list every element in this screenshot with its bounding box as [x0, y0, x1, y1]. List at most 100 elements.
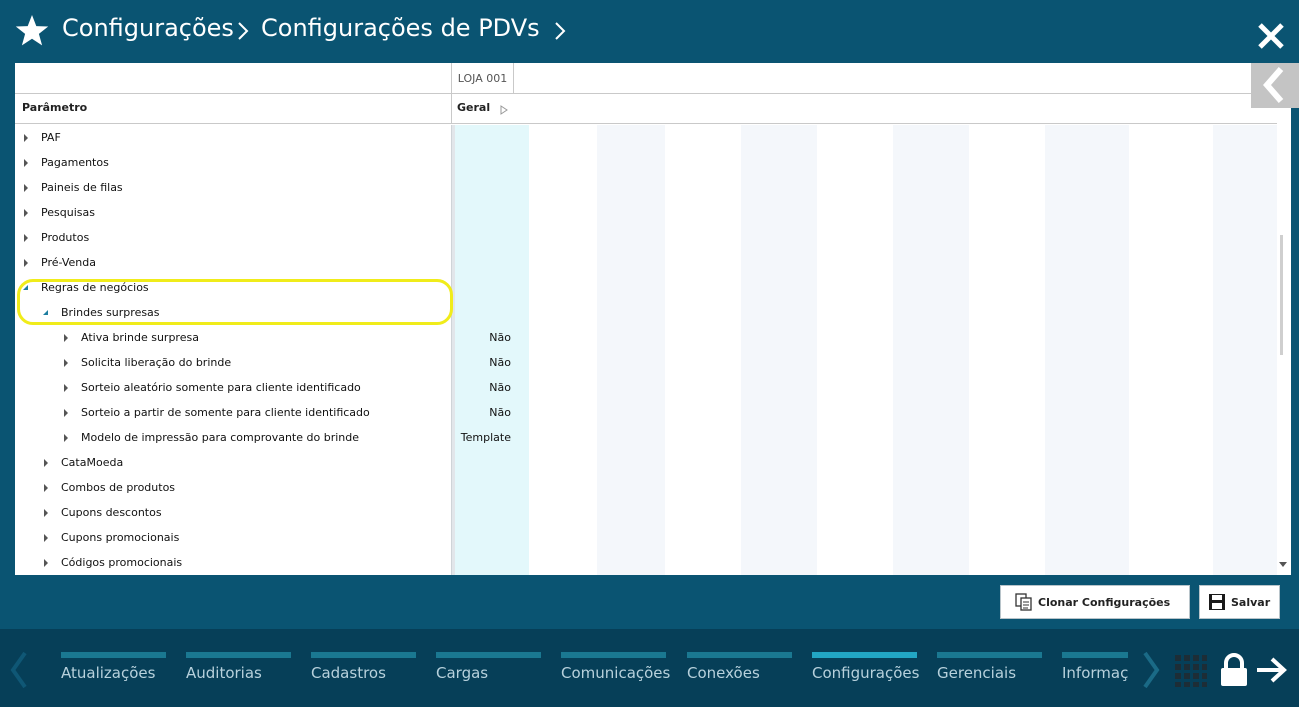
collapsed-caret-icon[interactable]	[44, 484, 48, 492]
collapsed-caret-icon[interactable]	[24, 209, 28, 217]
tree-row-label: Cupons descontos	[61, 506, 162, 519]
tree-row[interactable]: PAF	[15, 125, 451, 150]
value-grid	[451, 125, 1277, 575]
tree-row[interactable]: Sorteio a partir de somente para cliente…	[15, 400, 451, 425]
chevron-left-icon	[1263, 67, 1284, 103]
collapsed-caret-icon[interactable]	[44, 509, 48, 517]
tree-row[interactable]: Pesquisas	[15, 200, 451, 225]
collapsed-caret-icon[interactable]	[24, 184, 28, 192]
grid-column-alt	[741, 125, 817, 575]
tree-row-label: Pré-Venda	[41, 256, 96, 269]
tree-row-label: Regras de negócios	[41, 281, 149, 294]
nav-item[interactable]: Cargas	[436, 629, 546, 707]
clone-settings-button[interactable]: Clonar Configurações	[1000, 585, 1190, 619]
collapse-side-panel-button[interactable]	[1251, 63, 1299, 108]
tree-row-label: Produtos	[41, 231, 90, 244]
clone-settings-label: Clonar Configurações	[1038, 596, 1171, 609]
tree-row[interactable]: Pré-Venda	[15, 250, 451, 275]
config-table-panel: LOJA 001 Parâmetro Geral PAF Pagamentos Pa…	[15, 63, 1291, 575]
column-divider	[451, 94, 452, 124]
save-button[interactable]: Salvar	[1199, 585, 1280, 619]
tree-row-label: Códigos promocionais	[61, 556, 183, 569]
store-column-header[interactable]: LOJA 001	[451, 63, 514, 94]
apps-grid-icon[interactable]	[1175, 655, 1207, 687]
nav-item-label: Informaç	[1062, 664, 1129, 682]
collapsed-caret-icon[interactable]	[24, 159, 28, 167]
nav-item-label: Auditorias	[186, 664, 262, 682]
grid-column-alt	[597, 125, 665, 575]
tree-row[interactable]: Modelo de impressão para comprovante do …	[15, 425, 451, 450]
collapsed-caret-icon[interactable]	[24, 234, 28, 242]
tree-row-label: PAF	[41, 131, 61, 144]
breadcrumb-chevron-icon[interactable]	[553, 19, 567, 43]
save-label: Salvar	[1231, 596, 1271, 609]
tree-row[interactable]: Regras de negócios	[15, 275, 451, 300]
breadcrumb-configuracoes[interactable]: Configurações	[62, 14, 234, 42]
nav-item-label: Conexões	[687, 664, 760, 682]
collapsed-caret-icon[interactable]	[64, 434, 68, 442]
lock-icon[interactable]	[1219, 653, 1249, 687]
collapsed-caret-icon[interactable]	[44, 459, 48, 467]
parameter-value-cell[interactable]: Não	[451, 350, 511, 375]
scrollbar-thumb[interactable]	[1280, 235, 1283, 355]
tree-row-label: Sorteio aleatório somente para cliente i…	[81, 381, 361, 394]
nav-prev-icon[interactable]	[8, 650, 30, 690]
tree-row[interactable]: Códigos promocionais	[15, 550, 451, 575]
nav-item-label: Comunicações	[561, 664, 671, 682]
nav-item[interactable]: Configurações	[812, 629, 922, 707]
logout-arrow-icon[interactable]	[1255, 657, 1289, 683]
nav-item[interactable]: Comunicações	[561, 629, 671, 707]
collapsed-caret-icon[interactable]	[44, 534, 48, 542]
header-bar: Configurações Configurações de PDVs	[0, 0, 1299, 62]
nav-item[interactable]: Auditorias	[186, 629, 296, 707]
tree-row[interactable]: Pagamentos	[15, 150, 451, 175]
tree-row-label: Brindes surpresas	[61, 306, 160, 319]
star-icon[interactable]	[14, 13, 50, 49]
nav-item[interactable]: Cadastros	[311, 629, 421, 707]
collapsed-caret-icon[interactable]	[64, 384, 68, 392]
tree-row-label: Pagamentos	[41, 156, 109, 169]
nav-item[interactable]: Gerenciais	[937, 629, 1047, 707]
tree-row[interactable]: Ativa brinde surpresa	[15, 325, 451, 350]
parameter-value-cell[interactable]: Não	[451, 375, 511, 400]
tree-row[interactable]: Solicita liberação do brinde	[15, 350, 451, 375]
parameter-value-cell[interactable]: Não	[451, 400, 511, 425]
grid-column-alt	[1213, 125, 1277, 575]
parameter-value-cell[interactable]: Template	[451, 425, 511, 450]
tree-row[interactable]: Cupons promocionais	[15, 525, 451, 550]
collapsed-caret-icon[interactable]	[64, 359, 68, 367]
nav-item-bar	[1062, 652, 1128, 658]
nav-item-label: Cadastros	[311, 664, 386, 682]
tree-row[interactable]: CataMoeda	[15, 450, 451, 475]
tree-row-label: Solicita liberação do brinde	[81, 356, 232, 369]
nav-item-label: Gerenciais	[937, 664, 1017, 682]
tree-row[interactable]: Brindes surpresas	[15, 300, 451, 325]
grid-column-alt	[1045, 125, 1129, 575]
nav-item[interactable]: Conexões	[687, 629, 797, 707]
group-column-header[interactable]: Geral	[457, 101, 490, 114]
tree-row[interactable]: Combos de produtos	[15, 475, 451, 500]
collapsed-caret-icon[interactable]	[64, 409, 68, 417]
tree-row[interactable]: Cupons descontos	[15, 500, 451, 525]
tree-row[interactable]: Sorteio aleatório somente para cliente i…	[15, 375, 451, 400]
collapsed-caret-icon[interactable]	[24, 134, 28, 142]
nav-item[interactable]: Atualizações	[61, 629, 171, 707]
expanded-caret-icon[interactable]	[23, 285, 28, 290]
breadcrumb-chevron-icon	[238, 22, 249, 40]
expand-column-icon[interactable]	[500, 105, 508, 115]
breadcrumb-configuracoes-pdvs[interactable]: Configurações de PDVs	[261, 14, 540, 42]
expanded-caret-icon[interactable]	[43, 310, 48, 315]
tree-row[interactable]: Produtos	[15, 225, 451, 250]
scroll-down-arrow-icon[interactable]	[1279, 562, 1287, 567]
close-icon[interactable]	[1257, 22, 1285, 50]
tree-row-label: Pesquisas	[41, 206, 95, 219]
nav-item-bar	[436, 652, 541, 658]
nav-next-icon[interactable]	[1140, 650, 1162, 690]
tree-row-label: CataMoeda	[61, 456, 124, 469]
tree-row[interactable]: Paineis de filas	[15, 175, 451, 200]
collapsed-caret-icon[interactable]	[44, 559, 48, 567]
parameter-value-cell[interactable]: Não	[451, 325, 511, 350]
collapsed-caret-icon[interactable]	[64, 334, 68, 342]
tree-row-label: Sorteio a partir de somente para cliente…	[81, 406, 370, 419]
collapsed-caret-icon[interactable]	[24, 259, 28, 267]
